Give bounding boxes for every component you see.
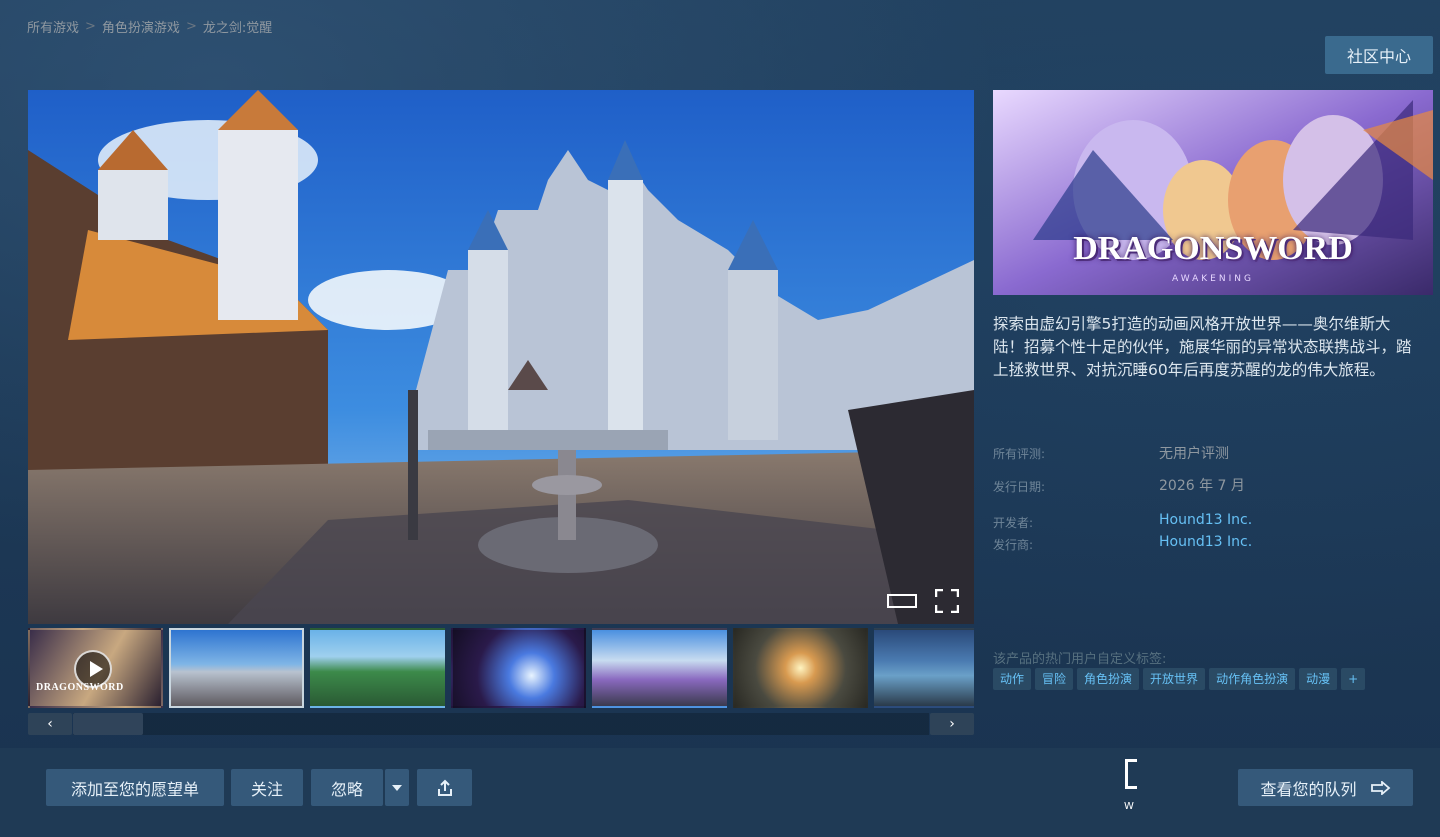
thumbnail-screenshot[interactable] — [592, 628, 727, 708]
publisher-label: 发行商: — [993, 538, 1034, 552]
tag-adventure[interactable]: 冒险 — [1035, 668, 1074, 690]
thumbnail-logo: DRAGONSWORD — [36, 682, 124, 693]
window-mode-icon[interactable] — [887, 588, 917, 614]
breadcrumb: 所有游戏 > 角色扮演游戏 > 龙之剑:觉醒 — [27, 17, 272, 36]
scroll-track[interactable] — [73, 713, 929, 735]
follow-button[interactable]: 关注 — [231, 769, 303, 806]
breadcrumb-all-games[interactable]: 所有游戏 — [27, 17, 79, 36]
tag-open-world[interactable]: 开放世界 — [1143, 668, 1206, 690]
game-capsule-image: DRAGONSWORD AWAKENING — [993, 90, 1433, 295]
release-date-label: 发行日期: — [993, 480, 1046, 494]
arrow-right-icon — [1370, 780, 1390, 795]
release-date-value: 2026 年 7 月 — [1159, 478, 1245, 494]
developer-label: 开发者: — [993, 516, 1034, 530]
breadcrumb-separator: > — [185, 19, 197, 34]
scroll-right-arrow[interactable]: › — [930, 713, 974, 735]
reviews-value: 无用户评测 — [1159, 446, 1229, 462]
add-to-wishlist-button[interactable]: 添加至您的愿望单 — [46, 769, 224, 806]
tag-action-rpg[interactable]: 动作角色扮演 — [1209, 668, 1296, 690]
tag-anime[interactable]: 动漫 — [1299, 668, 1338, 690]
thumbnail-scroller: ‹ › — [28, 713, 974, 735]
breadcrumb-rpg[interactable]: 角色扮演游戏 — [102, 17, 180, 36]
cursor-overlay — [1125, 759, 1137, 789]
tags-label: 该产品的热门用户自定义标签: — [993, 652, 1167, 667]
thumbnail-screenshot[interactable] — [733, 628, 868, 708]
view-queue-label: 查看您的队列 — [1260, 779, 1357, 799]
capsule-logo-title: DRAGONSWORD — [1073, 230, 1353, 267]
ignore-dropdown-button[interactable] — [385, 769, 409, 806]
thumbnail-screenshot[interactable] — [451, 628, 586, 708]
tag-rpg[interactable]: 角色扮演 — [1077, 668, 1140, 690]
view-queue-button[interactable]: 查看您的队列 — [1238, 769, 1413, 806]
scroll-handle[interactable] — [73, 713, 143, 735]
scroll-left-arrow[interactable]: ‹ — [28, 713, 72, 735]
tag-more-button[interactable]: + — [1341, 668, 1366, 690]
thumbnail-screenshot[interactable] — [874, 628, 974, 708]
breadcrumb-game[interactable]: 龙之剑:觉醒 — [203, 17, 272, 36]
thumbnail-screenshot[interactable] — [310, 628, 445, 708]
community-hub-button[interactable]: 社区中心 — [1325, 36, 1433, 74]
chevron-down-icon — [392, 784, 402, 791]
developer-link[interactable]: Hound13 Inc. — [1159, 512, 1252, 528]
capsule-logo-subtitle: AWAKENING — [1172, 274, 1254, 284]
thumbnail-video[interactable]: DRAGONSWORD — [28, 628, 163, 708]
tag-list: 动作 冒险 角色扮演 开放世界 动作角色扮演 动漫 + — [993, 668, 1366, 690]
thumbnail-strip: DRAGONSWORD — [28, 628, 974, 710]
thumbnail-screenshot[interactable] — [169, 628, 304, 708]
breadcrumb-separator: > — [85, 19, 96, 34]
tag-action[interactable]: 动作 — [993, 668, 1032, 690]
fullscreen-icon[interactable] — [932, 588, 962, 614]
share-button[interactable] — [417, 769, 472, 806]
ignore-button[interactable]: 忽略 — [311, 769, 383, 806]
cursor-overlay-text: W — [1124, 801, 1134, 812]
game-description: 探索由虚幻引擎5打造的动画风格开放世界——奥尔维斯大陆！招募个性十足的伙伴，施展… — [993, 315, 1412, 379]
reviews-label: 所有评测: — [993, 447, 1046, 461]
main-screenshot[interactable] — [28, 90, 974, 624]
publisher-link[interactable]: Hound13 Inc. — [1159, 534, 1252, 550]
share-icon — [437, 779, 452, 796]
